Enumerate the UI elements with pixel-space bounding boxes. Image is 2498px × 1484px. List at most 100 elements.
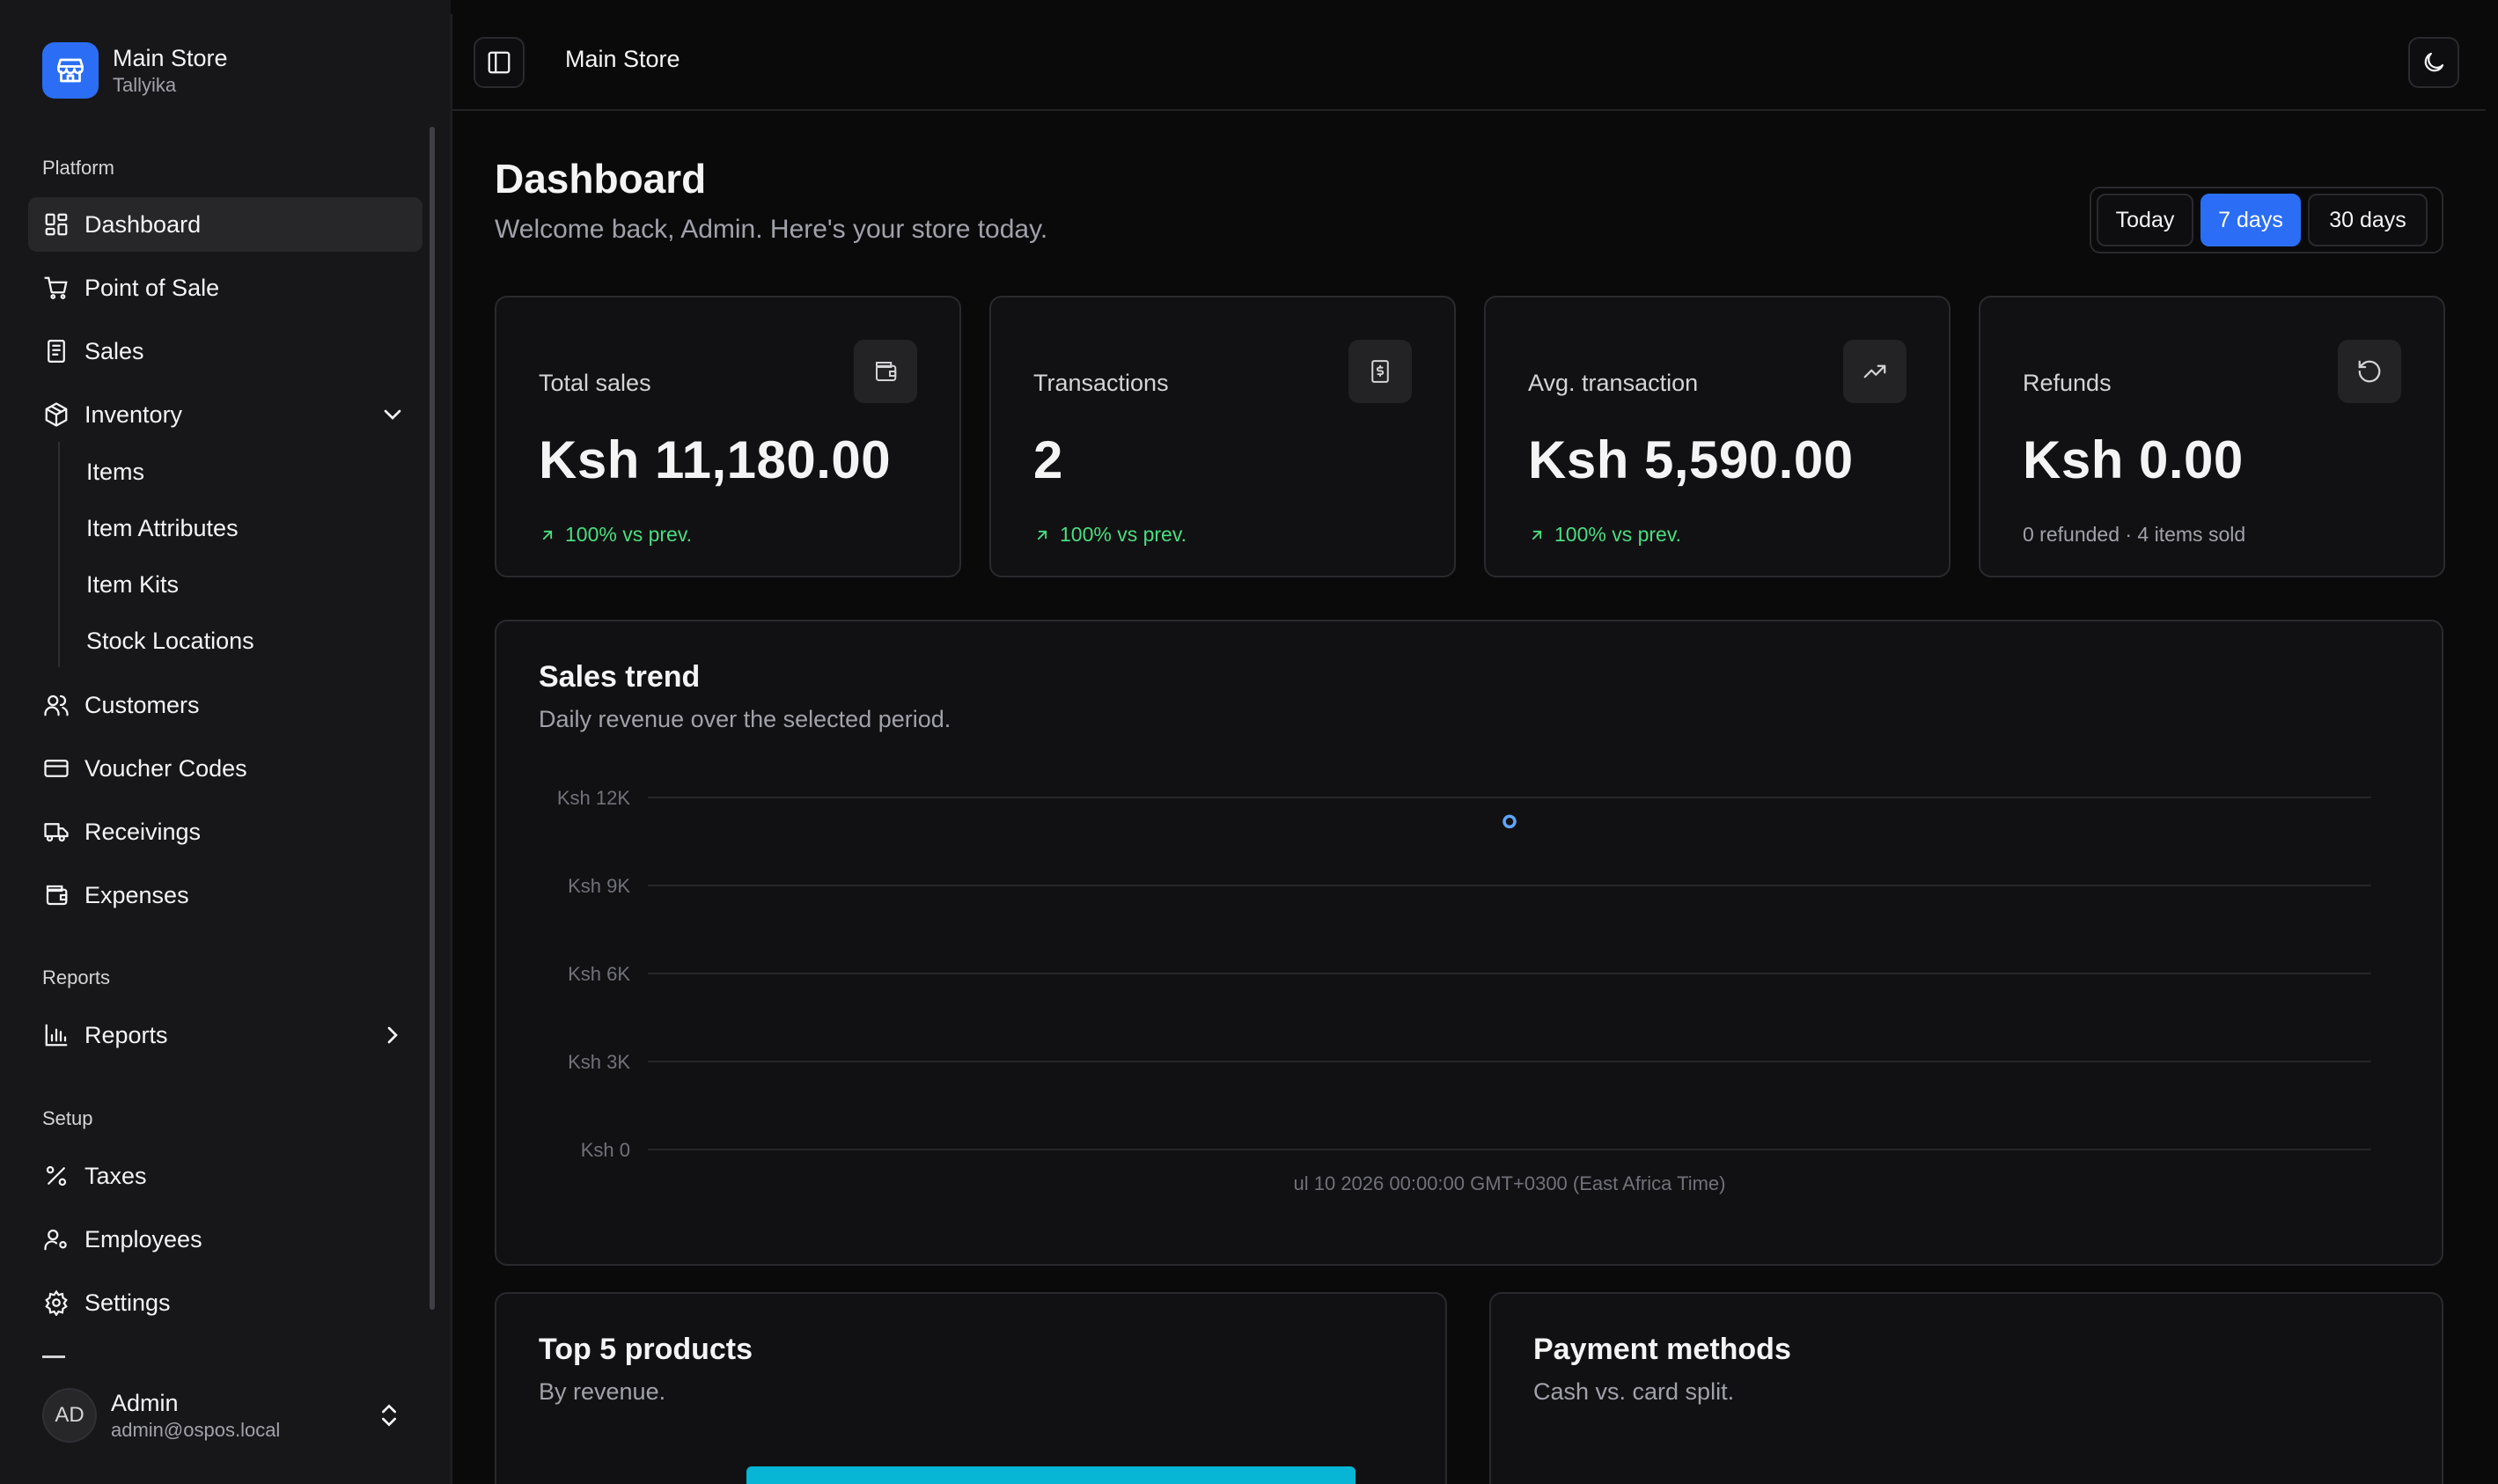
panel-subtitle: By revenue. — [539, 1378, 666, 1405]
range-30-days-button[interactable]: 30 days — [2308, 194, 2428, 246]
sidebar-item-receivings[interactable]: Receivings — [28, 804, 422, 859]
sidebar-item-taxes[interactable]: Taxes — [28, 1149, 422, 1203]
page-subtitle: Welcome back, Admin. Here's your store t… — [495, 215, 1048, 244]
group-label-platform: Platform — [42, 157, 114, 179]
chevrons-up-down-icon — [382, 1404, 396, 1427]
stat-delta: 0 refunded · 4 items sold — [2023, 523, 2245, 547]
sales-trend-chart[interactable]: Ksh 0 Ksh 3K Ksh 6K Ksh 9K Ksh 12K ul 10 2026… — [496, 621, 2445, 1267]
percent-icon — [42, 1162, 70, 1190]
store-switcher[interactable]: Main Store Tallyika — [42, 42, 228, 99]
rotate-ccw-icon — [2338, 340, 2401, 403]
sidebar-subitem-stock-locations[interactable]: Stock Locations — [86, 623, 254, 658]
bar-chart-icon — [42, 1021, 70, 1049]
sidebar-item-employees[interactable]: Employees — [28, 1212, 422, 1267]
sidebar-scrollbar[interactable] — [430, 127, 435, 1310]
sales-trend-panel: Sales trend Daily revenue over the selec… — [495, 620, 2443, 1266]
stat-label: Transactions — [1033, 370, 1169, 396]
gear-icon — [42, 1289, 70, 1317]
panel-subtitle: Cash vs. card split. — [1533, 1378, 1735, 1405]
sidebar-item-label: Taxes — [84, 1162, 147, 1189]
range-today-button[interactable]: Today — [2097, 194, 2193, 246]
payment-methods-panel: Payment methods Cash vs. card split. — [1489, 1292, 2443, 1484]
chevron-down-icon[interactable] — [378, 400, 407, 429]
sidebar-item-settings[interactable]: Settings — [28, 1275, 422, 1330]
stat-label: Avg. transaction — [1528, 370, 1699, 396]
topbar-title: Main Store — [565, 46, 680, 72]
stat-card-avg-transaction: Avg. transaction Ksh 5,590.00 100% vs pr… — [1484, 296, 1951, 577]
sidebar-item-point-of-sale[interactable]: Point of Sale — [28, 261, 422, 315]
sidebar-item-inventory[interactable]: Inventory — [28, 387, 422, 442]
truck-icon — [42, 818, 70, 846]
sidebar-item-label: Expenses — [84, 881, 189, 908]
sidebar-subitem-item-kits[interactable]: Item Kits — [86, 567, 179, 602]
sidebar-toggle-button[interactable] — [474, 37, 525, 88]
top-product-bar[interactable] — [746, 1466, 1356, 1484]
stat-card-total-sales: Total sales Ksh 11,180.00 100% vs prev. — [495, 296, 961, 577]
user-email: admin@ospos.local — [111, 1419, 281, 1441]
stat-value: Ksh 11,180.00 — [539, 430, 892, 489]
y-tick-label: Ksh 3K — [568, 1051, 630, 1073]
y-tick-label: Ksh 12K — [557, 787, 630, 809]
x-tick-label: ul 10 2026 00:00:00 GMT+0300 (East Afric… — [1294, 1172, 1726, 1194]
arrow-up-right-icon — [542, 530, 553, 540]
sidebar-item-voucher-codes[interactable]: Voucher Codes — [28, 741, 422, 796]
shopping-cart-icon — [42, 274, 70, 302]
date-range-toggle: Today 7 days 30 days — [2090, 187, 2443, 253]
stat-delta: 100% vs prev. — [1033, 523, 1187, 547]
store-icon — [42, 42, 99, 99]
sidebar-subitem-items[interactable]: Items — [86, 454, 144, 489]
sidebar: Main Store Tallyika Platform Dashboard P… — [0, 0, 451, 1484]
sidebar-item-label: Dashboard — [84, 210, 202, 238]
sidebar-item-reports[interactable]: Reports — [28, 1008, 422, 1062]
arrow-up-right-icon — [1037, 530, 1047, 540]
sidebar-item-sales[interactable]: Sales — [28, 324, 422, 378]
wallet-icon — [42, 881, 70, 909]
stat-delta-text: 100% vs prev. — [1060, 523, 1187, 546]
group-label-setup: Setup — [42, 1107, 93, 1129]
stat-value: Ksh 0.00 — [2023, 430, 2244, 489]
page-title: Dashboard — [495, 156, 707, 202]
stat-card-refunds: Refunds Ksh 0.00 0 refunded · 4 items so… — [1979, 296, 2445, 577]
stat-delta: 100% vs prev. — [1528, 523, 1681, 547]
sidebar-item-dashboard[interactable]: Dashboard — [28, 197, 422, 252]
sidebar-item-label: Inventory — [84, 400, 183, 428]
topbar: Main Store — [452, 14, 2486, 111]
sidebar-item-label: Customers — [84, 691, 200, 718]
sidebar-item-label: Sales — [84, 337, 144, 364]
clipped-sidebar-item — [42, 1355, 65, 1358]
stat-delta-text: 100% vs prev. — [1554, 523, 1682, 546]
wallet-icon — [854, 340, 917, 403]
users-icon — [42, 691, 70, 719]
stat-delta-text: 0 refunded · 4 items sold — [2023, 523, 2246, 546]
store-name: Main Store — [113, 45, 228, 71]
sidebar-item-customers[interactable]: Customers — [28, 678, 422, 732]
y-tick-label: Ksh 9K — [568, 875, 630, 897]
receipt-icon — [1348, 340, 1412, 403]
main-content: Main Store Dashboard Welcome back, Admin… — [451, 14, 2486, 1484]
sidebar-item-expenses[interactable]: Expenses — [28, 868, 422, 922]
sidebar-item-label: Voucher Codes — [84, 754, 247, 782]
stat-label: Refunds — [2023, 370, 2112, 396]
avatar: AD — [42, 1388, 97, 1443]
sidebar-item-label: Settings — [84, 1289, 171, 1316]
sidebar-subitem-item-attributes[interactable]: Item Attributes — [86, 511, 239, 546]
credit-card-icon — [42, 754, 70, 782]
app-root: Main Store Tallyika Platform Dashboard P… — [0, 0, 2498, 1484]
user-menu[interactable]: AD Admin admin@ospos.local — [42, 1384, 421, 1447]
receipt-icon — [42, 337, 70, 365]
arrow-up-right-icon — [1532, 530, 1542, 540]
chevron-right-icon[interactable] — [378, 1021, 407, 1049]
panel-left-icon — [488, 51, 511, 74]
trending-up-icon — [1843, 340, 1907, 403]
theme-toggle-button[interactable] — [2408, 37, 2459, 88]
layout-dashboard-icon — [42, 210, 70, 239]
stat-value: 2 — [1033, 430, 1063, 489]
range-7-days-button[interactable]: 7 days — [2200, 194, 2301, 246]
package-icon — [42, 400, 70, 429]
sidebar-item-label: Reports — [84, 1021, 168, 1048]
submenu-line — [58, 442, 60, 667]
panel-title: Payment methods — [1533, 1333, 1791, 1366]
stat-value: Ksh 5,590.00 — [1528, 430, 1854, 489]
sidebar-item-label: Receivings — [84, 818, 202, 845]
data-point[interactable] — [1502, 814, 1517, 829]
